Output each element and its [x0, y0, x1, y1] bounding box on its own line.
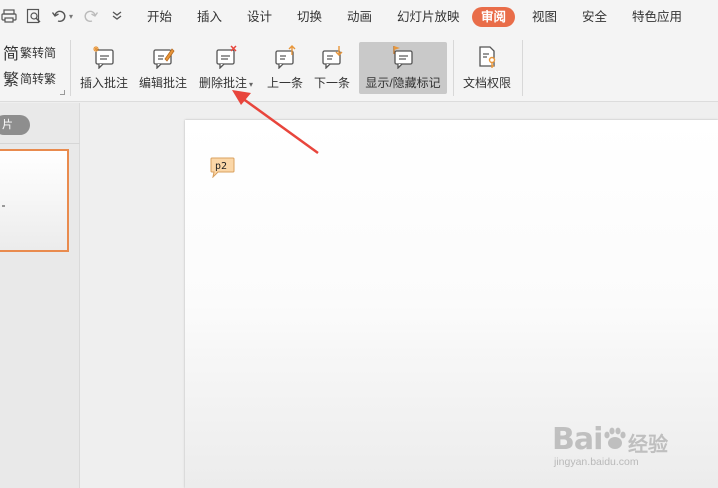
redo-icon[interactable]: [82, 7, 100, 25]
tab-transitions[interactable]: 切换: [297, 8, 322, 26]
ribbon-separator: [522, 40, 523, 96]
group-expand-icon[interactable]: [60, 90, 65, 95]
slide-thumbnail[interactable]: [0, 149, 69, 252]
show-hide-markup-label: 显示/隐藏标记: [365, 76, 441, 90]
edit-comment-button[interactable]: 编辑批注: [137, 42, 189, 94]
print-preview-icon[interactable]: [25, 7, 43, 25]
tab-animation[interactable]: 动画: [347, 8, 372, 26]
tab-insert[interactable]: 插入: [197, 8, 222, 26]
paw-icon: [604, 427, 627, 449]
slides-tab[interactable]: 片: [0, 115, 30, 135]
document-permission-icon: [474, 44, 500, 70]
annotation-arrow: [232, 90, 319, 155]
previous-comment-icon: [272, 44, 298, 70]
baidu-jingyan-watermark: Bai 经验 jingyan.baidu.com: [552, 416, 718, 488]
show-hide-markup-button[interactable]: 显示/隐藏标记: [359, 42, 447, 94]
ribbon-separator: [453, 40, 454, 96]
slide-thumbnail-panel: 片: [0, 103, 80, 488]
undo-dropdown-icon[interactable]: ▾: [66, 7, 76, 25]
print-icon[interactable]: [0, 7, 18, 25]
menu-bar: ▾ 开始 插入 设计 切换 动画 幻灯片放映 审阅 视图 安全 特色应用: [0, 0, 718, 34]
thumbnail-comment-dot: [2, 205, 5, 207]
watermark-logo: Bai: [552, 422, 628, 457]
tab-view[interactable]: 视图: [532, 8, 557, 26]
document-permission-label: 文档权限: [462, 76, 511, 90]
ribbon-separator: [70, 40, 71, 96]
next-comment-icon: [319, 44, 345, 70]
tab-security[interactable]: 安全: [582, 8, 607, 26]
comment-marker-label: p2: [215, 161, 228, 172]
insert-comment-label: 插入批注: [79, 76, 128, 90]
watermark-logo-text: Bai: [552, 422, 603, 457]
simplified-to-traditional-icon: 繁: [3, 72, 20, 89]
tab-special-apps[interactable]: 特色应用: [632, 8, 682, 26]
panel-divider: [0, 143, 80, 144]
tab-home[interactable]: 开始: [147, 8, 172, 26]
document-permission-button[interactable]: 文档权限: [460, 42, 514, 94]
edit-comment-icon: [150, 44, 176, 70]
show-markup-icon: [390, 44, 416, 70]
simplified-to-traditional-label: 简转繁: [20, 71, 57, 86]
watermark-jingyan: 经验: [628, 434, 668, 456]
insert-comment-button[interactable]: 插入批注: [78, 42, 130, 94]
edit-comment-label: 编辑批注: [138, 76, 187, 90]
more-icon[interactable]: [108, 7, 126, 25]
traditional-to-simplified-button[interactable]: 简 繁转简: [3, 42, 57, 64]
slides-tab-label: 片: [2, 119, 13, 131]
tab-slideshow[interactable]: 幻灯片放映: [397, 8, 460, 26]
ribbon-review: 简 繁转简 繁 简转繁 插入批注 编辑批注 删除批注 ▾ 上一条 下一条 显示/…: [0, 34, 718, 102]
insert-comment-icon: [91, 44, 117, 70]
tab-design[interactable]: 设计: [247, 8, 272, 26]
traditional-to-simplified-label: 繁转简: [20, 45, 57, 60]
traditional-to-simplified-icon: 简: [3, 46, 20, 63]
simplified-to-traditional-button[interactable]: 繁 简转繁: [3, 68, 57, 90]
watermark-url: jingyan.baidu.com: [554, 456, 639, 468]
tab-review[interactable]: 审阅: [472, 7, 516, 27]
delete-comment-icon: [213, 44, 239, 70]
